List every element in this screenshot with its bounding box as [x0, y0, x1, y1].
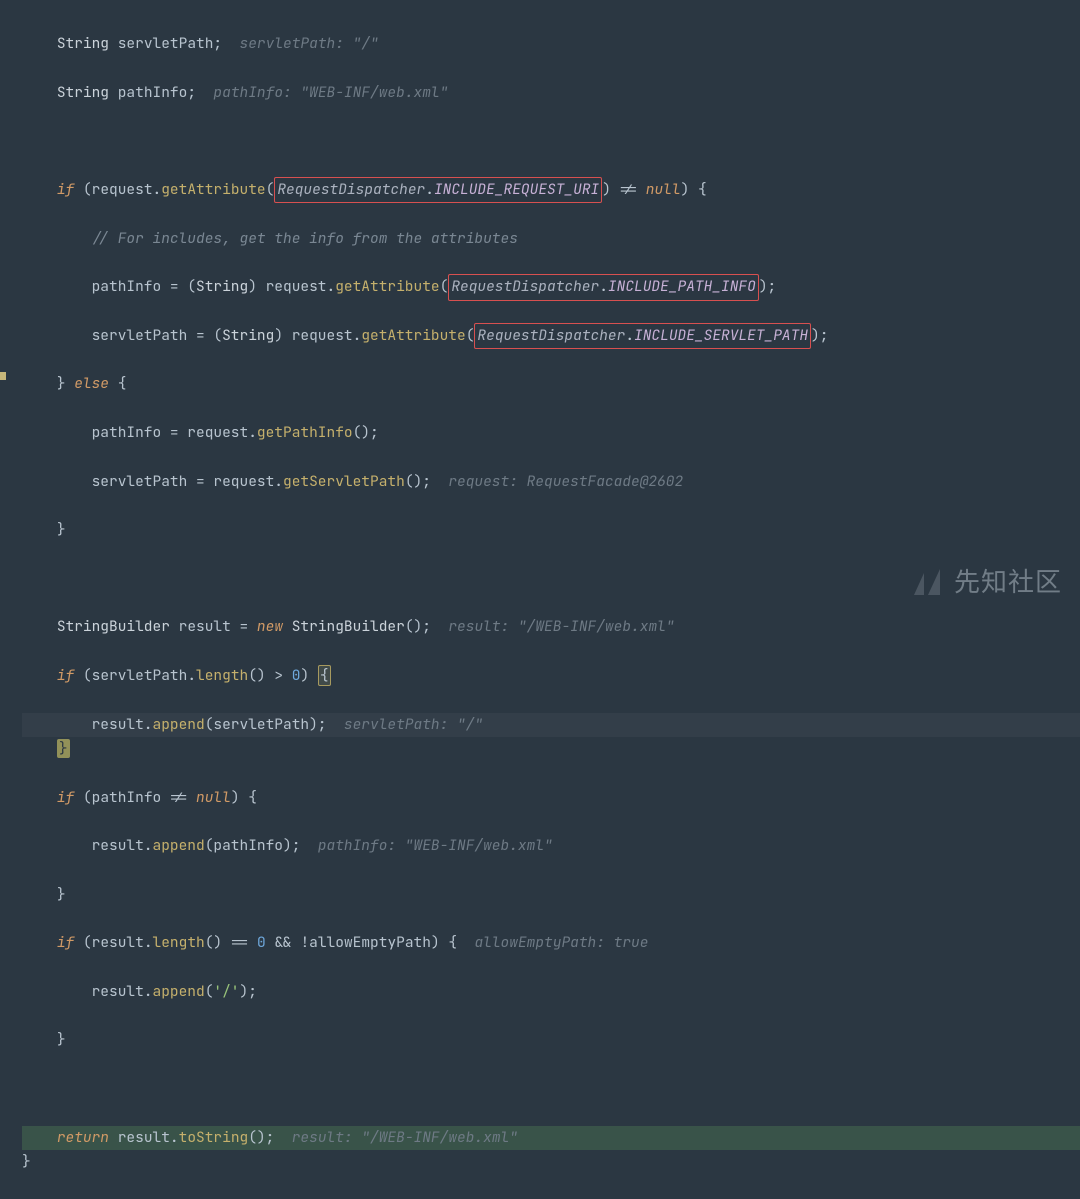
code-line-current-exec: return result.toString(); result: "/WEB-… — [22, 1126, 1080, 1150]
code-line: } — [22, 1028, 1080, 1052]
highlight-box: RequestDispatcher.INCLUDE_SERVLET_PATH — [474, 323, 811, 349]
code-line: pathInfo = (String) request.getAttribute… — [22, 275, 1080, 299]
code-line — [22, 567, 1080, 591]
inline-hint: pathInfo: "WEB-INF/web.xml" — [213, 83, 448, 102]
code-line: if (pathInfo != null) { — [22, 786, 1080, 810]
editor-gutter — [0, 0, 22, 605]
inline-hint: result: "/WEB-INF/web.xml" — [448, 617, 674, 636]
inline-hint: servletPath: "/" — [344, 715, 483, 734]
code-line: result.append(pathInfo); pathInfo: "WEB-… — [22, 834, 1080, 858]
code-line: String pathInfo; pathInfo: "WEB-INF/web.… — [22, 81, 1080, 105]
inline-hint: result: "/WEB-INF/web.xml" — [292, 1128, 518, 1147]
code-line: if (request.getAttribute(RequestDispatch… — [22, 178, 1080, 202]
code-line: String servletPath; servletPath: "/" — [22, 32, 1080, 56]
code-line: servletPath = (String) request.getAttrib… — [22, 324, 1080, 348]
gutter-modified-marker — [0, 372, 6, 380]
code-line: pathInfo = request.getPathInfo(); — [22, 421, 1080, 445]
code-line — [22, 129, 1080, 153]
inline-hint: servletPath: "/" — [240, 34, 379, 53]
highlight-box: RequestDispatcher.INCLUDE_REQUEST_URI — [274, 177, 602, 203]
code-line: } — [22, 1150, 1080, 1174]
code-line: result.append('/'); — [22, 980, 1080, 1004]
highlight-box: RequestDispatcher.INCLUDE_PATH_INFO — [448, 274, 759, 300]
code-line: } — [22, 883, 1080, 907]
code-line: result.append(servletPath); servletPath:… — [22, 713, 1080, 737]
code-line — [22, 1077, 1080, 1101]
code-line: } — [22, 518, 1080, 542]
matched-brace-open: { — [318, 665, 331, 686]
code-line: } else { — [22, 372, 1080, 396]
inline-hint: allowEmptyPath: true — [474, 933, 648, 952]
code-line: if (servletPath.length() > 0) { — [22, 664, 1080, 688]
code-line: servletPath = request.getServletPath(); … — [22, 470, 1080, 494]
code-line: if (result.length() == 0 && !allowEmptyP… — [22, 931, 1080, 955]
code-line: StringBuilder result = new StringBuilder… — [22, 615, 1080, 639]
matched-brace-close-caret: } — [57, 739, 70, 758]
inline-hint: request: RequestFacade@2602 — [448, 472, 683, 491]
inline-hint: pathInfo: "WEB-INF/web.xml" — [318, 836, 553, 855]
code-editor[interactable]: String servletPath; servletPath: "/" Str… — [22, 8, 1080, 1199]
code-line: // For includes, get the info from the a… — [22, 227, 1080, 251]
code-line: } — [22, 737, 1080, 761]
